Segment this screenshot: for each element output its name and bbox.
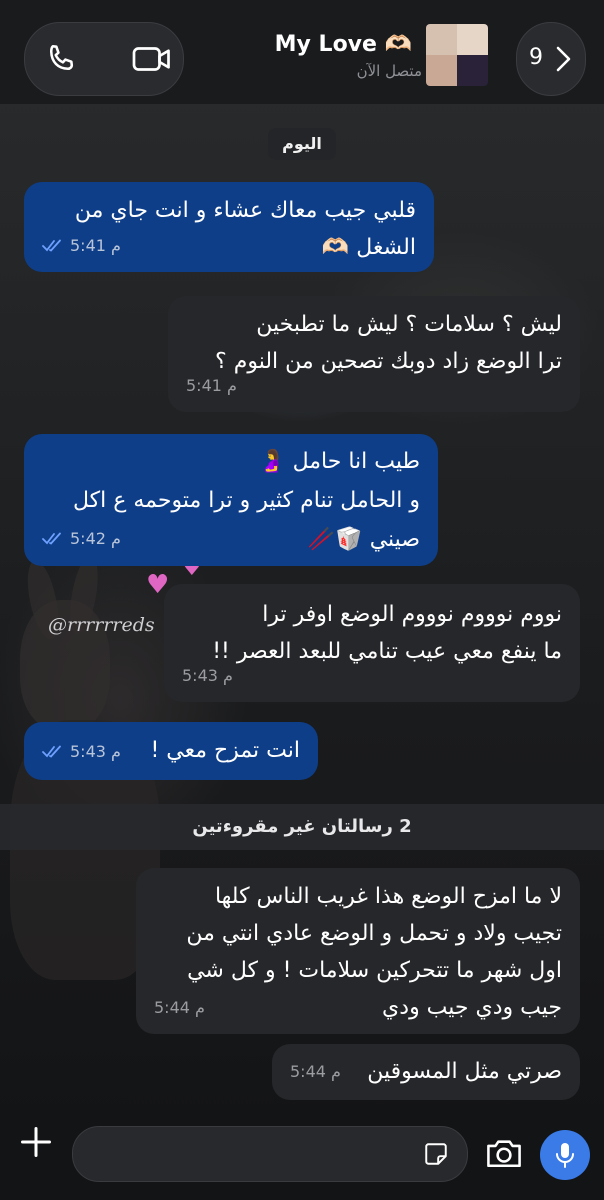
read-ticks-icon — [42, 745, 61, 758]
message-text: ليش ؟ سلامات ؟ ليش ما تطبخين ترا الوضع ز… — [215, 312, 562, 374]
message-meta: 5:41 م — [186, 367, 237, 404]
message-bubble-incoming[interactable]: نووم نوووم نوووم الوضع اوفر ترا ما ينفع … — [164, 584, 580, 702]
read-ticks-icon — [42, 532, 61, 545]
message-bubble-outgoing[interactable]: قلبي جيب معاك عشاء و انت جاي من الشغل 🫶🏻… — [24, 182, 434, 272]
microphone-button[interactable] — [540, 1130, 590, 1180]
watermark: @rrrrrreds — [48, 614, 155, 636]
chat-header: My Love 🫶🏻 متصل الآن 9 — [0, 0, 604, 104]
message-meta: 5:44 م — [290, 1053, 341, 1090]
composer-bar — [0, 1104, 604, 1200]
message-bubble-incoming[interactable]: صرتي مثل المسوقين 5:44 م — [272, 1044, 580, 1100]
message-time: 5:44 م — [290, 1062, 341, 1081]
message-text: لا ما امزح الوضع هذا غريب الناس كلها تجي… — [186, 884, 562, 1020]
message-time: 5:44 م — [154, 998, 205, 1017]
video-camera-icon[interactable] — [131, 41, 173, 77]
message-time: 5:41 م — [186, 376, 237, 395]
message-bubble-outgoing[interactable]: طيب انا حامل 🤰 و الحامل تنام كثير و ترا … — [24, 434, 438, 566]
message-meta: 5:41 م — [42, 227, 121, 264]
message-bubble-outgoing[interactable]: انت تمزح معي ! 5:43 م — [24, 722, 318, 780]
contact-name[interactable]: My Love 🫶🏻 — [275, 32, 412, 57]
message-time: 5:41 م — [70, 236, 121, 255]
message-text: نووم نوووم نوووم الوضع اوفر ترا ما ينفع … — [212, 602, 562, 664]
plus-icon[interactable] — [18, 1124, 54, 1160]
message-meta: 5:43 م — [42, 733, 121, 770]
message-meta: 5:42 م — [42, 519, 121, 558]
back-button[interactable]: 9 — [516, 22, 586, 96]
unread-count: 9 — [529, 45, 543, 70]
message-time: 5:43 م — [70, 742, 121, 761]
unread-separator: 2 رسالتان غير مقروءتين — [0, 804, 604, 850]
message-meta: 5:44 م — [154, 989, 205, 1026]
message-meta: 5:43 م — [182, 657, 233, 694]
microphone-icon — [556, 1143, 574, 1168]
message-bubble-incoming[interactable]: ليش ؟ سلامات ؟ ليش ما تطبخين ترا الوضع ز… — [168, 296, 580, 412]
sticker-icon[interactable] — [423, 1141, 449, 1167]
message-time: 5:42 م — [70, 529, 121, 548]
message-bubble-incoming[interactable]: لا ما امزح الوضع هذا غريب الناس كلها تجي… — [136, 868, 580, 1034]
contact-status: متصل الآن — [356, 62, 422, 80]
avatar[interactable] — [426, 24, 488, 86]
phone-icon[interactable] — [43, 41, 79, 77]
chevron-right-icon — [556, 46, 571, 72]
message-time: 5:43 م — [182, 666, 233, 685]
message-input[interactable] — [72, 1126, 468, 1182]
read-ticks-icon — [42, 239, 61, 252]
call-actions — [24, 22, 184, 96]
camera-icon[interactable] — [484, 1136, 524, 1170]
date-separator: اليوم — [268, 128, 336, 160]
